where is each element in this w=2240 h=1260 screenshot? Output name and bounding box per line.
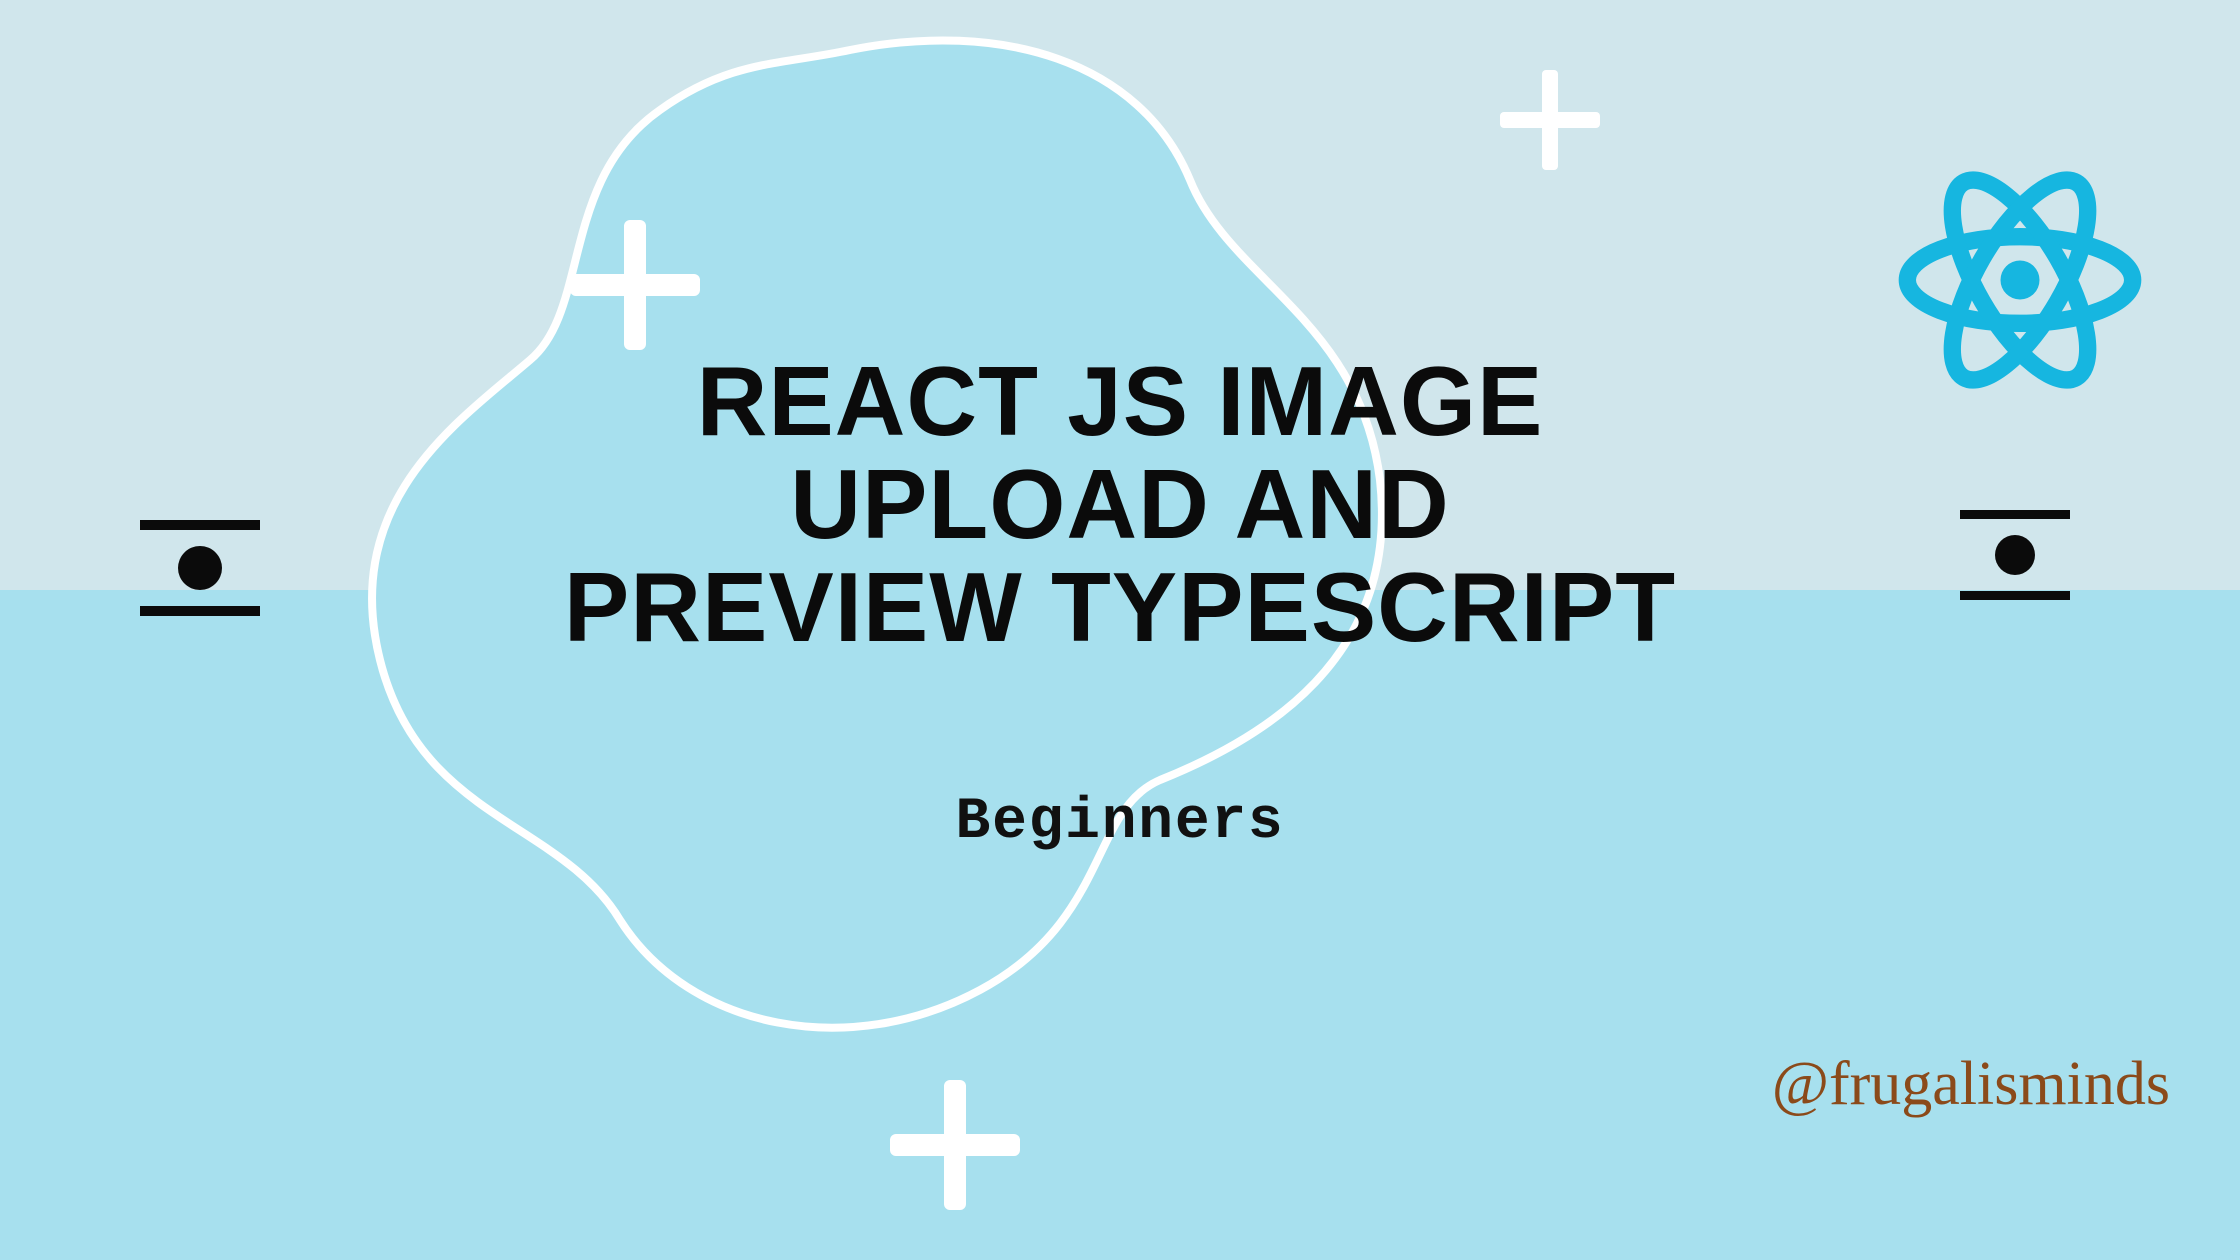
divide-ornament [140, 520, 260, 616]
subtitle: Beginners [956, 790, 1285, 855]
author-handle: @frugalisminds [1772, 1049, 2170, 1120]
plus-icon [570, 220, 700, 350]
title-line: PREVIEW TYPESCRIPT [520, 556, 1720, 659]
divide-ornament [1960, 510, 2070, 600]
banner-stage: REACT JS IMAGE UPLOAD AND PREVIEW TYPESC… [0, 0, 2240, 1260]
title-line: REACT JS IMAGE [520, 350, 1720, 453]
plus-icon [1500, 70, 1600, 170]
main-title: REACT JS IMAGE UPLOAD AND PREVIEW TYPESC… [520, 350, 1720, 659]
plus-icon [890, 1080, 1020, 1210]
react-logo-icon [1890, 150, 2150, 410]
title-line: UPLOAD AND [520, 453, 1720, 556]
